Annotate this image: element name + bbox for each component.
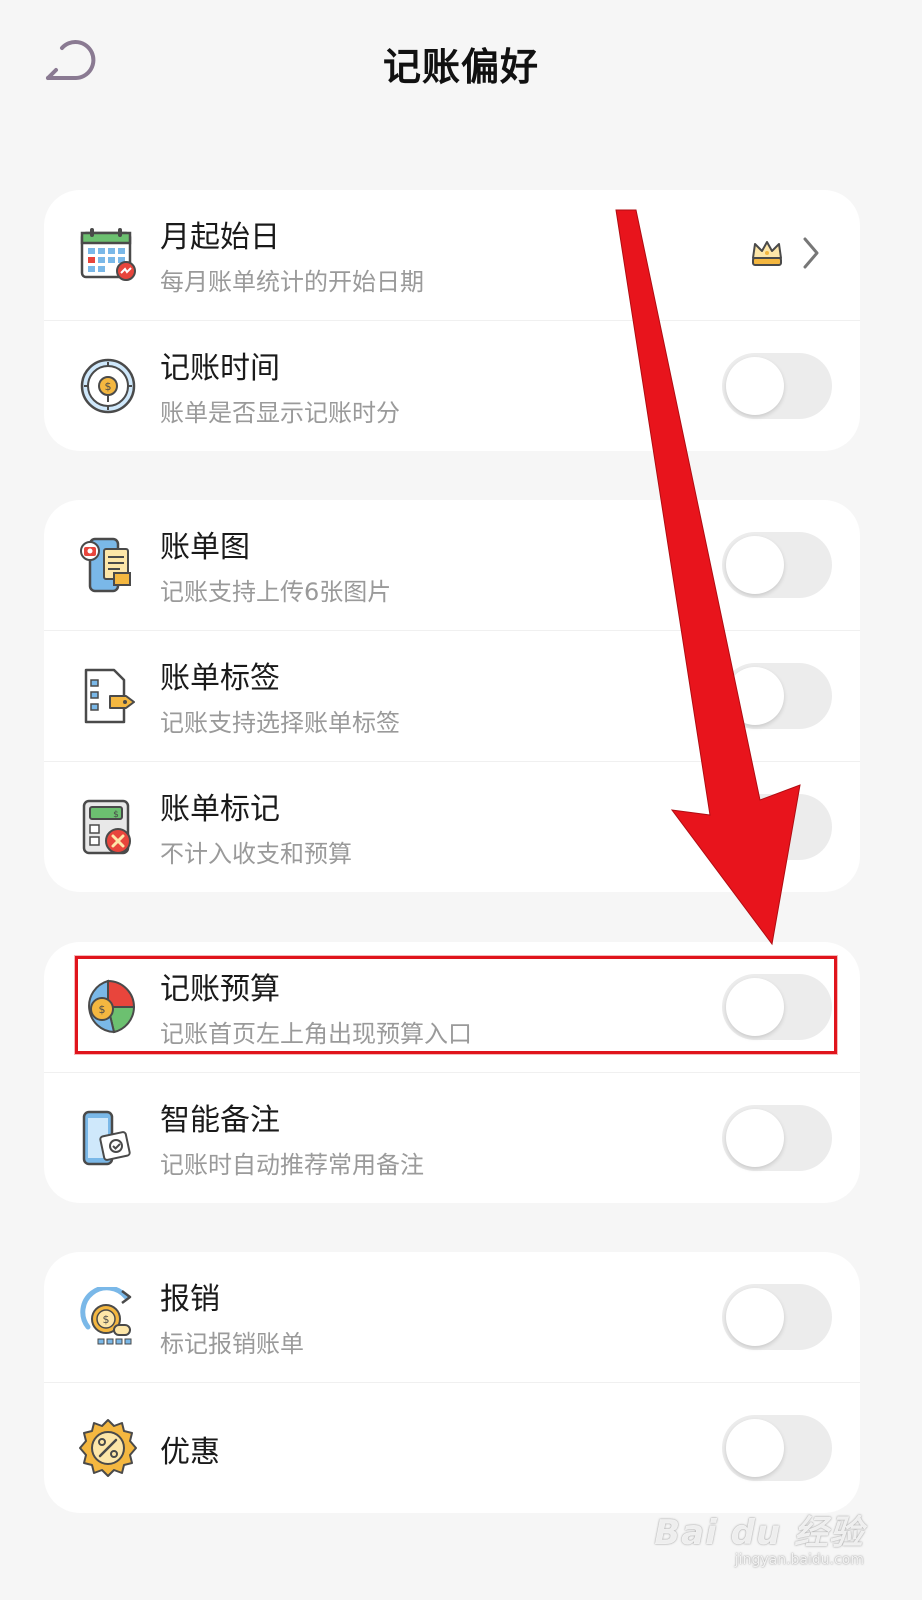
- settings-card-3: $ 记账预算 记账首页左上角出现预算入口 智能备注 记账时自动推荐常用备注: [44, 942, 860, 1203]
- row-discount: 优惠: [44, 1383, 860, 1513]
- row-subtitle: 不计入收支和预算: [160, 840, 352, 868]
- row-subtitle: 记账时自动推荐常用备注: [160, 1151, 424, 1179]
- toggle-knob: [726, 978, 784, 1036]
- toggle-knob: [726, 667, 784, 725]
- page-title: 记账偏好: [382, 45, 539, 89]
- photo-receipt-icon: [78, 535, 138, 595]
- settings-card-1: 月起始日 每月账单统计的开始日期 $ 记账时间 账单是否显示记账时分: [44, 190, 860, 451]
- bill-mark-toggle[interactable]: [722, 794, 832, 860]
- smart-note-icon: [78, 1108, 138, 1168]
- row-title: 优惠: [160, 1435, 220, 1470]
- discount-toggle[interactable]: [722, 1415, 832, 1481]
- toggle-knob: [726, 1288, 784, 1346]
- calendar-icon: [78, 225, 138, 285]
- row-title: 报销: [160, 1282, 220, 1317]
- record-budget-toggle[interactable]: [722, 974, 832, 1040]
- top-bar: 记账偏好: [0, 0, 922, 130]
- row-subtitle: 记账支持上传6张图片: [160, 578, 392, 606]
- toggle-knob: [726, 1419, 784, 1477]
- toggle-knob: [726, 536, 784, 594]
- record-time-toggle[interactable]: [722, 353, 832, 419]
- row-bill-tag: 账单标签 记账支持选择账单标签: [44, 631, 860, 762]
- row-bill-mark: $ 账单标记 不计入收支和预算: [44, 762, 860, 892]
- row-record-time: $ 记账时间 账单是否显示记账时分: [44, 321, 860, 451]
- row-subtitle: 账单是否显示记账时分: [160, 399, 400, 427]
- row-title: 记账时间: [160, 351, 280, 386]
- toggle-knob: [726, 798, 784, 856]
- row-month-start-day[interactable]: 月起始日 每月账单统计的开始日期: [44, 190, 860, 321]
- svg-text:$: $: [105, 380, 112, 393]
- svg-text:$: $: [99, 1003, 106, 1016]
- settings-card-2: 账单图 记账支持上传6张图片 账单标签 记账支持选择账单标签 $ 账单标记 不计…: [44, 500, 860, 892]
- toggle-knob: [726, 1109, 784, 1167]
- svg-text:$: $: [103, 1313, 110, 1326]
- row-reimbursement: $ 报销 标记报销账单: [44, 1252, 860, 1383]
- settings-card-4: $ 报销 标记报销账单 优惠: [44, 1252, 860, 1513]
- row-title: 账单图: [160, 530, 250, 565]
- row-bill-image: 账单图 记账支持上传6张图片: [44, 500, 860, 631]
- row-title: 月起始日: [160, 220, 280, 255]
- discount-badge-icon: [78, 1418, 138, 1478]
- tag-list-icon: [78, 666, 138, 726]
- bill-tag-toggle[interactable]: [722, 663, 832, 729]
- smart-note-toggle[interactable]: [722, 1105, 832, 1171]
- clock-icon: $: [78, 356, 138, 416]
- reimburse-coin-icon: $: [78, 1287, 138, 1347]
- row-title: 账单标签: [160, 661, 280, 696]
- watermark: Bai du 经验 jingyan.baidu.com: [654, 1505, 864, 1568]
- calculator-icon: $: [78, 797, 138, 857]
- row-title: 记账预算: [160, 972, 280, 1007]
- toggle-knob: [726, 357, 784, 415]
- row-subtitle: 记账首页左上角出现预算入口: [160, 1020, 472, 1048]
- row-title: 智能备注: [160, 1103, 280, 1138]
- svg-text:$: $: [113, 810, 119, 820]
- watermark-url: jingyan.baidu.com: [734, 1552, 864, 1568]
- crown-icon: [752, 241, 782, 266]
- chevron-right-icon[interactable]: [802, 236, 820, 270]
- row-smart-note: 智能备注 记账时自动推荐常用备注: [44, 1073, 860, 1203]
- row-record-budget: $ 记账预算 记账首页左上角出现预算入口: [44, 942, 860, 1073]
- row-subtitle: 每月账单统计的开始日期: [160, 268, 424, 296]
- row-title: 账单标记: [160, 792, 280, 827]
- row-subtitle: 标记报销账单: [160, 1330, 304, 1358]
- bill-image-toggle[interactable]: [722, 532, 832, 598]
- reimbursement-toggle[interactable]: [722, 1284, 832, 1350]
- row-subtitle: 记账支持选择账单标签: [160, 709, 400, 737]
- budget-pie-icon: $: [78, 977, 138, 1037]
